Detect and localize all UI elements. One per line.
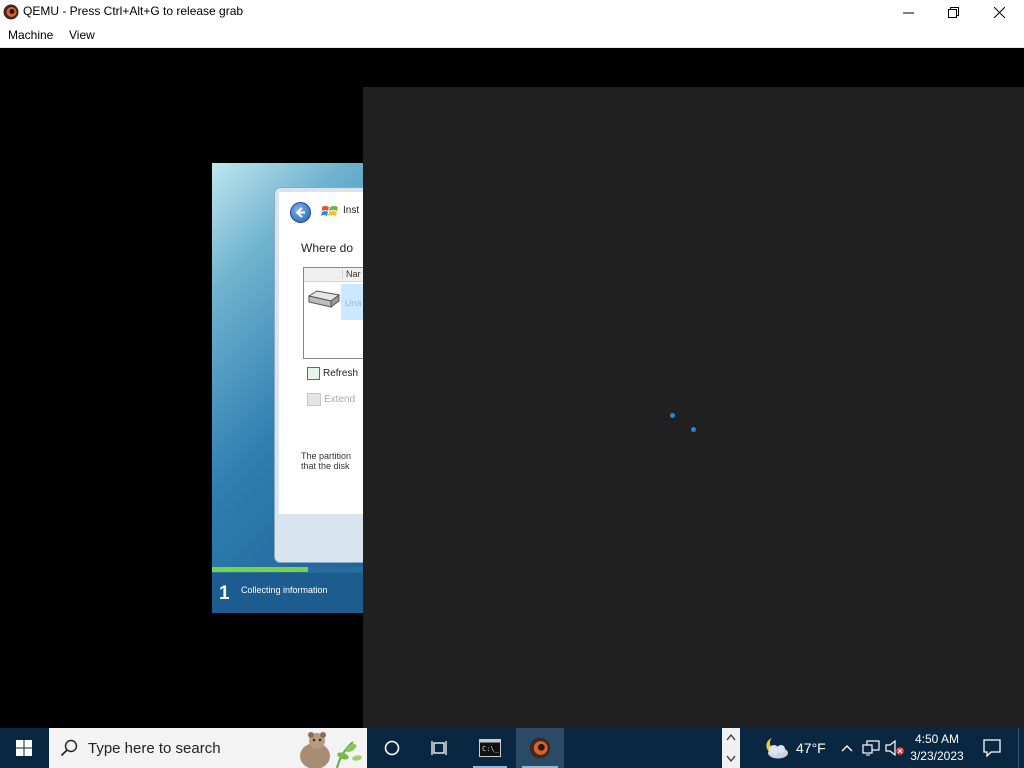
- partly-cloudy-night-icon: [766, 738, 788, 759]
- start-button[interactable]: [0, 728, 48, 768]
- title-bar: QEMU - Press Ctrl+Alt+G to release grab: [0, 0, 1024, 24]
- refresh-icon: [307, 367, 320, 380]
- weather-temperature: 47°F: [796, 740, 826, 756]
- hard-drive-icon: [307, 290, 340, 308]
- svg-text:C:\_: C:\_: [482, 745, 500, 753]
- setup-progress-fill: [212, 567, 308, 572]
- disk-label: Una: [345, 298, 362, 308]
- close-button[interactable]: [976, 0, 1022, 24]
- task-view-button[interactable]: [418, 728, 462, 768]
- volume-muted-icon: [885, 740, 904, 756]
- extend-label: Extend: [324, 394, 356, 406]
- taskbar-qemu-app[interactable]: [516, 728, 564, 768]
- notifications-button[interactable]: [978, 728, 1006, 768]
- search-highlight-illustration: [300, 732, 362, 768]
- search-box[interactable]: Type here to search: [49, 728, 367, 768]
- chevron-up-icon: [841, 745, 853, 752]
- chevron-up-icon: [726, 733, 736, 741]
- close-icon: [993, 6, 1005, 18]
- cortana-button[interactable]: [370, 728, 414, 768]
- windows-setup-screen: Inst Where do Nar Una Refresh Extend The…: [212, 163, 364, 613]
- partition-note: The partition that the disk: [301, 451, 352, 471]
- windows-logo-icon: [16, 740, 32, 756]
- back-arrow-icon: [295, 207, 305, 218]
- disk-row-selected[interactable]: Una: [341, 284, 364, 320]
- install-location-prompt: Where do: [301, 241, 354, 255]
- menu-machine[interactable]: Machine: [8, 28, 53, 42]
- volume-button[interactable]: [884, 728, 906, 768]
- clock-time: 4:50 AM: [914, 732, 960, 746]
- setup-progress-bar: [212, 567, 364, 572]
- list-header: Nar: [304, 268, 364, 282]
- loading-window: [363, 87, 1024, 728]
- step-number: 1: [219, 583, 230, 604]
- task-view-icon: [431, 741, 447, 755]
- clock-date: 3/23/2023: [910, 749, 964, 763]
- spinner-dot: [691, 427, 696, 432]
- setup-steps-bar: 1 Collecting information: [212, 573, 364, 613]
- taskbar: Type here to search C:\_ 47°F 4:50 AM 3/…: [0, 728, 1024, 768]
- cortana-circle-icon: [384, 740, 400, 756]
- menu-bar: Machine View: [0, 24, 1024, 48]
- clock[interactable]: 4:50 AM 3/23/2023: [904, 731, 970, 765]
- show-desktop-button[interactable]: [1018, 728, 1024, 768]
- column-name: Nar: [342, 269, 361, 279]
- show-hidden-icons-button[interactable]: [838, 728, 856, 768]
- qemu-icon: [529, 737, 551, 759]
- terminal-icon: C:\_: [479, 739, 501, 757]
- menu-view[interactable]: View: [69, 28, 95, 42]
- network-button[interactable]: [860, 728, 882, 768]
- qemu-icon: [3, 4, 19, 20]
- dialog-title: Inst: [343, 205, 360, 216]
- chevron-down-icon: [726, 755, 736, 763]
- minimize-icon: [902, 12, 914, 13]
- notification-icon: [983, 739, 1001, 757]
- windows-flag-icon: [321, 206, 338, 216]
- extend-icon: [307, 393, 321, 406]
- restore-icon: [947, 6, 959, 18]
- maximize-button[interactable]: [930, 0, 976, 24]
- search-icon: [60, 739, 78, 757]
- window-title: QEMU - Press Ctrl+Alt+G to release grab: [23, 4, 244, 18]
- taskbar-scroll[interactable]: [722, 728, 740, 768]
- setup-dialog: Inst Where do Nar Una Refresh Extend The…: [274, 187, 364, 563]
- taskbar-terminal-app[interactable]: C:\_: [467, 728, 513, 768]
- network-icon: [862, 740, 880, 756]
- spinner-dot: [670, 413, 675, 418]
- refresh-label: Refresh: [323, 368, 359, 380]
- minimize-button[interactable]: [885, 0, 931, 24]
- disk-list[interactable]: Nar Una: [303, 267, 364, 359]
- refresh-link[interactable]: Refresh: [307, 367, 358, 380]
- search-placeholder: Type here to search: [88, 740, 221, 757]
- vm-display[interactable]: Inst Where do Nar Una Refresh Extend The…: [0, 48, 1024, 728]
- step-label: Collecting information: [241, 585, 328, 595]
- extend-link: Extend: [307, 393, 355, 406]
- back-button[interactable]: [290, 202, 311, 223]
